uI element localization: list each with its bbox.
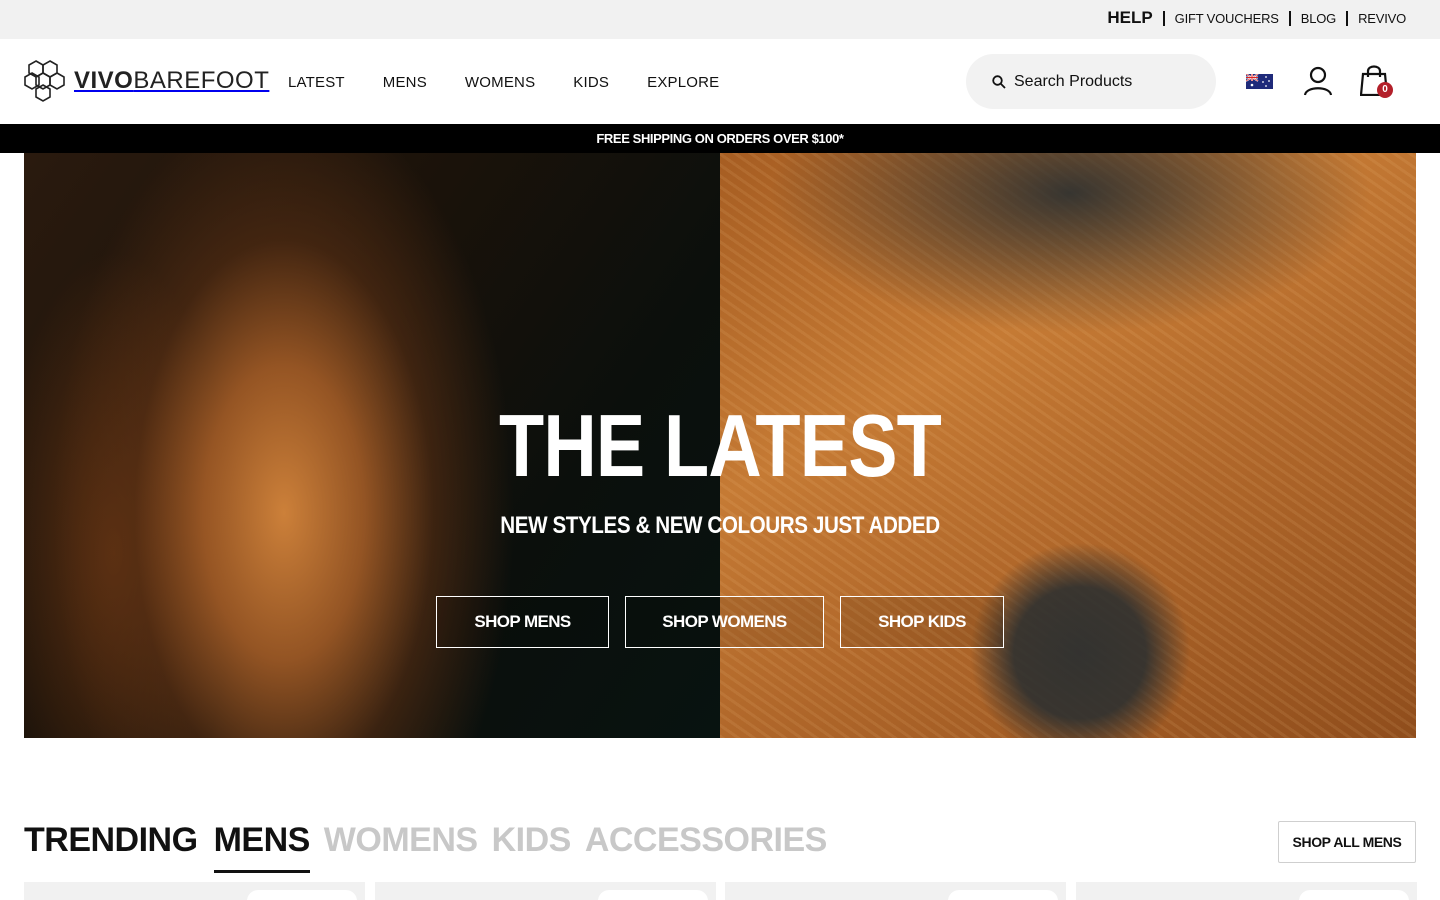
help-link[interactable]: HELP — [1107, 8, 1152, 28]
nav-kids[interactable]: KIDS — [573, 74, 609, 91]
product-card[interactable] — [1076, 882, 1417, 900]
australia-flag-icon[interactable] — [1246, 74, 1273, 89]
user-icon — [1303, 66, 1333, 96]
main-nav: LATEST MENS WOMENS KIDS EXPLORE — [288, 74, 757, 91]
logo-text: VIVOBAREFOOT — [74, 67, 270, 94]
divider — [1346, 10, 1349, 26]
tab-kids[interactable]: KIDS — [492, 818, 572, 862]
product-card[interactable] — [375, 882, 716, 900]
utility-links: HELP GIFT VOUCHERS BLOG REVIVO — [1107, 8, 1406, 28]
nav-mens[interactable]: MENS — [383, 74, 427, 91]
product-badge — [247, 890, 357, 900]
revivo-link[interactable]: REVIVO — [1358, 11, 1406, 26]
gift-vouchers-link[interactable]: GIFT VOUCHERS — [1175, 11, 1279, 26]
divider — [1288, 10, 1291, 26]
hero-subtitle: NEW STYLES & NEW COLOURS JUST ADDED — [500, 512, 940, 539]
search-icon — [992, 74, 1006, 89]
account-button[interactable] — [1303, 66, 1333, 101]
product-badge — [948, 890, 1058, 900]
hexagon-logo-icon — [24, 60, 65, 102]
divider — [1162, 10, 1165, 26]
hero-banner[interactable]: THE LATEST NEW STYLES & NEW COLOURS JUST… — [24, 153, 1416, 738]
tab-mens[interactable]: MENS — [213, 818, 310, 873]
promo-banner: FREE SHIPPING ON ORDERS OVER $100* — [0, 124, 1440, 153]
shop-womens-button[interactable]: SHOP WOMENS — [625, 596, 824, 648]
trending-tabs: TRENDING MENS WOMENS KIDS ACCESSORIES — [24, 818, 841, 873]
product-badge — [598, 890, 708, 900]
nav-explore[interactable]: EXPLORE — [647, 74, 719, 91]
tab-accessories[interactable]: ACCESSORIES — [585, 818, 828, 862]
cart-button[interactable]: 0 — [1359, 64, 1393, 101]
search-box[interactable] — [966, 54, 1216, 109]
trending-heading: TRENDING — [24, 821, 198, 859]
nav-womens[interactable]: WOMENS — [465, 74, 535, 91]
logo[interactable]: VIVOBAREFOOT — [24, 59, 269, 103]
shop-kids-button[interactable]: SHOP KIDS — [840, 596, 1004, 648]
product-card[interactable] — [24, 882, 365, 900]
nav-latest[interactable]: LATEST — [288, 74, 345, 91]
product-card[interactable] — [725, 882, 1066, 900]
shop-mens-button[interactable]: SHOP MENS — [436, 596, 609, 648]
site-header: VIVOBAREFOOT LATEST MENS WOMENS KIDS EXP… — [0, 39, 1440, 124]
blog-link[interactable]: BLOG — [1301, 11, 1337, 26]
tab-womens[interactable]: WOMENS — [324, 818, 478, 862]
cart-count-badge: 0 — [1377, 82, 1393, 98]
product-badge — [1299, 890, 1409, 900]
hero-title: THE LATEST — [499, 396, 942, 495]
shop-all-mens-button[interactable]: SHOP ALL MENS — [1278, 821, 1416, 863]
utility-bar: HELP GIFT VOUCHERS BLOG REVIVO — [0, 0, 1440, 39]
search-input[interactable] — [1014, 72, 1204, 91]
